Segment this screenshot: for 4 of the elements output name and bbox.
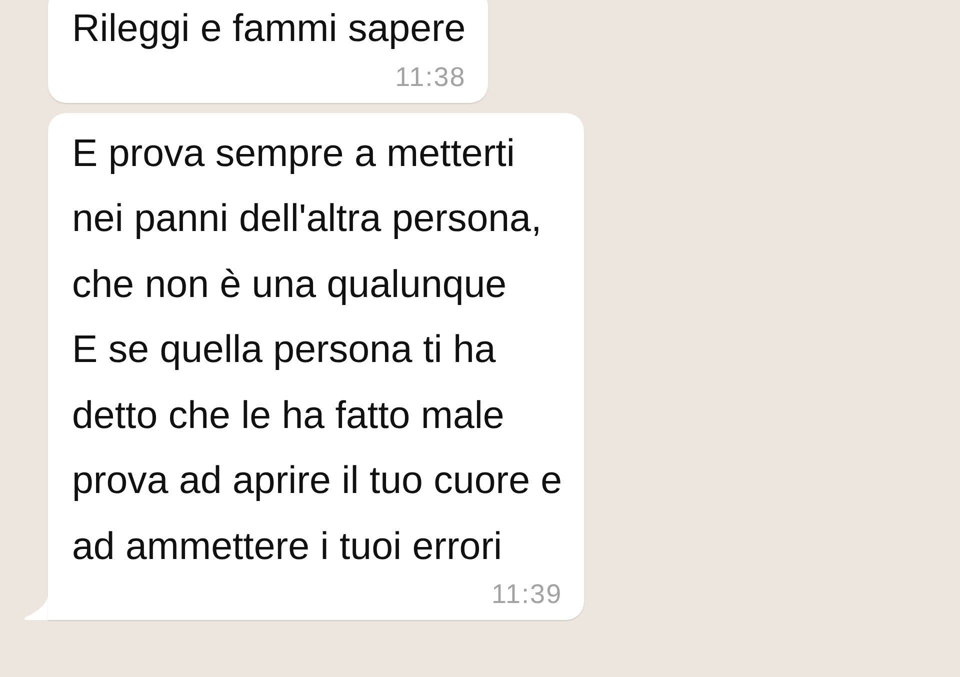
message-time: 11:38 [395,62,466,92]
message-time: 11:39 [492,579,562,610]
message-text: Rileggi e fammi sapere [72,6,466,52]
message-text: E prova sempre a metterti nei panni dell'altra persona, che non è una qualunque E se quella persona ti ha detto che le ha fatto male prova ad aprire il tuo cuore e ad ammettere i tuoi errori [72,130,562,570]
